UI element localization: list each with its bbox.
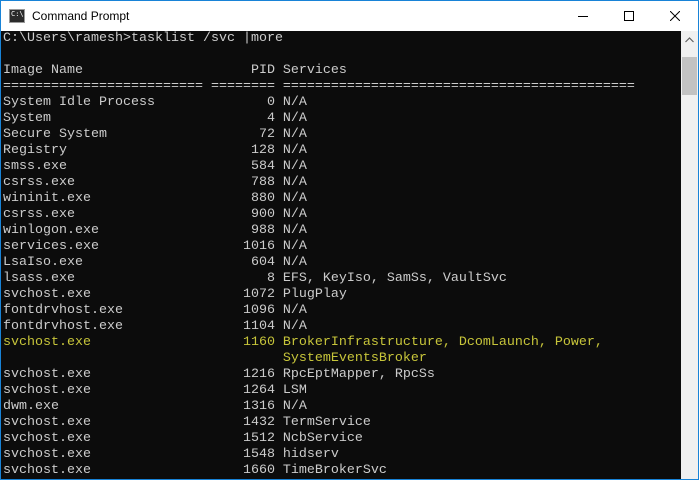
maximize-icon [624,11,634,21]
table-row: svchost.exe 1660 TimeBrokerSvc [3,463,387,478]
table-row-highlighted-continuation: SystemEventsBroker [3,351,427,366]
table-row: svchost.exe 1216 RpcEptMapper, RpcSs [3,367,435,382]
table-row: svchost.exe 1264 LSM [3,383,307,398]
close-button[interactable] [652,1,698,31]
table-row: svchost.exe 1432 TermService [3,415,371,430]
table-separator: ========================= ======== =====… [3,79,635,94]
command-line: C:\Users\ramesh>tasklist /svc |more [3,31,283,46]
cmd-icon[interactable]: C:\ [9,9,25,23]
console-output[interactable]: C:\Users\ramesh>tasklist /svc |more Imag… [1,31,681,479]
window-title: Command Prompt [32,9,130,23]
vertical-scrollbar[interactable] [681,31,698,479]
command-prompt-window: C:\ Command Prompt C:\Users\ramesh>taskl… [0,0,699,480]
cmd-icon-text: C:\ [11,10,24,18]
scroll-up-button[interactable] [681,31,698,48]
table-row: fontdrvhost.exe 1096 N/A [3,303,307,318]
table-header: Image Name PID Services [3,63,347,78]
table-row: lsass.exe 8 EFS, KeyIso, SamSs, VaultSvc [3,271,507,286]
table-row: fontdrvhost.exe 1104 N/A [3,319,307,334]
table-row: winlogon.exe 988 N/A [3,223,307,238]
close-icon [670,11,680,21]
table-row: System 4 N/A [3,111,307,126]
table-row: Secure System 72 N/A [3,127,307,142]
table-row: svchost.exe 1512 NcbService [3,431,363,446]
table-row: Registry 128 N/A [3,143,307,158]
table-row: LsaIso.exe 604 N/A [3,255,307,270]
minimize-button[interactable] [560,1,606,31]
scroll-thumb[interactable] [682,57,697,95]
minimize-icon [578,16,588,17]
title-bar[interactable]: C:\ Command Prompt [1,1,698,31]
table-row: smss.exe 584 N/A [3,159,307,174]
table-row: System Idle Process 0 N/A [3,95,307,110]
table-row: wininit.exe 880 N/A [3,191,307,206]
maximize-button[interactable] [606,1,652,31]
table-row: services.exe 1016 N/A [3,239,307,254]
table-row: svchost.exe 1548 hidserv [3,447,339,462]
chevron-up-icon [685,36,694,42]
table-row: csrss.exe 788 N/A [3,175,307,190]
table-row: dwm.exe 1316 N/A [3,399,307,414]
table-row-highlighted: svchost.exe 1160 BrokerInfrastructure, D… [3,335,603,350]
table-row: csrss.exe 900 N/A [3,207,307,222]
table-row: svchost.exe 1072 PlugPlay [3,287,347,302]
